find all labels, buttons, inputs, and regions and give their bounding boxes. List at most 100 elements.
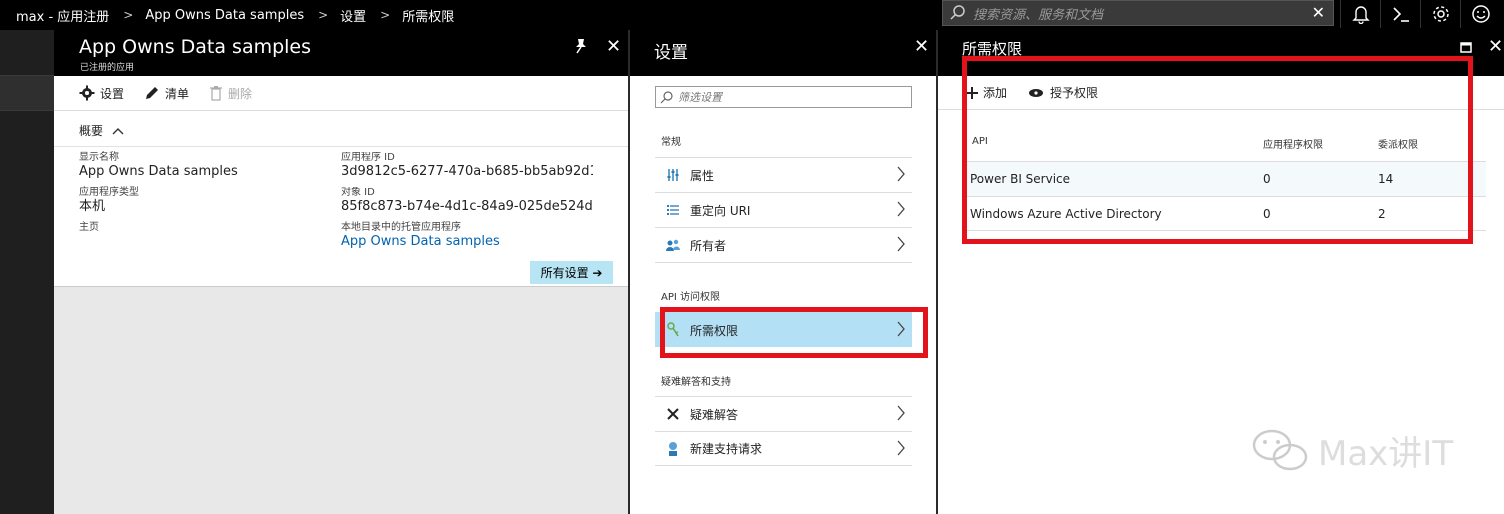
managed-app-label: 本地目录中的托管应用程序: [341, 222, 461, 233]
filter-settings-input[interactable]: 筛选设置: [655, 86, 912, 108]
cloud-shell-button[interactable]: [1380, 0, 1420, 28]
chevron-right-icon: [897, 405, 905, 421]
breadcrumb-item-required-permissions[interactable]: 所需权限: [402, 6, 454, 25]
maximize-icon[interactable]: [1460, 42, 1472, 53]
breadcrumb-item-app-registrations[interactable]: max - 应用注册: [16, 6, 109, 25]
breadcrumb-item-app[interactable]: App Owns Data samples: [145, 8, 304, 23]
essentials-panel: 概要 显示名称 App Owns Data samples 应用程序类型 本机 …: [54, 111, 628, 287]
search-icon: [950, 5, 965, 20]
wrench-icon: [665, 406, 681, 422]
menu-item-redirect-uri-label: 重定向 URI: [690, 203, 751, 218]
cloud-shell-icon: [1392, 7, 1409, 22]
chevron-right-icon: [897, 440, 905, 456]
sliders-icon: [665, 167, 681, 183]
settings-button[interactable]: 设置: [79, 85, 124, 102]
gear-icon: [1432, 6, 1449, 22]
menu-item-troubleshooting[interactable]: 疑难解答: [655, 396, 912, 431]
home-page-field: 主页: [79, 222, 99, 234]
section-troubleshoot-label: 疑难解答和支持: [661, 377, 731, 388]
chevron-right-icon: >: [380, 8, 391, 22]
menu-item-redirect-uri[interactable]: 重定向 URI: [655, 192, 912, 227]
menu-item-owners[interactable]: 所有者: [655, 227, 912, 262]
left-nav-rail: [0, 30, 54, 514]
support-person-icon: [665, 441, 681, 457]
menu-item-properties-label: 属性: [690, 168, 715, 183]
app-type-field: 应用程序类型 本机: [79, 187, 139, 215]
managed-app-link[interactable]: App Owns Data samples: [341, 234, 500, 250]
app-id-value[interactable]: 3d9812c5-6277-470a-b685-bb5ab92d18e: [341, 164, 593, 180]
divider: [54, 146, 628, 147]
home-page-label: 主页: [79, 222, 99, 233]
breadcrumb: max - 应用注册 > App Owns Data samples > 设置 …: [16, 0, 454, 30]
global-search-input[interactable]: 搜索资源、服务和文档 ✕: [942, 0, 1334, 26]
app-id-field: 应用程序 ID 3d9812c5-6277-470a-b685-bb5ab92d…: [341, 152, 593, 180]
menu-item-owners-label: 所有者: [690, 238, 727, 253]
rail-selected-band[interactable]: [0, 75, 54, 111]
delete-label: 删除: [228, 86, 253, 101]
users-icon: [665, 237, 681, 253]
managed-app-field: 本地目录中的托管应用程序 App Owns Data samples: [341, 222, 500, 250]
app-toolbar: 设置 清单 删除: [54, 76, 628, 111]
close-icon[interactable]: ✕: [606, 36, 621, 57]
manifest-button[interactable]: 清单: [144, 85, 189, 102]
object-id-value[interactable]: 85f8c873-b74e-4d1c-84a9-025de524d6f8: [341, 199, 593, 215]
chevron-right-icon: [897, 236, 905, 252]
search-placeholder: 搜索资源、服务和文档: [973, 7, 1104, 23]
section-api-access-label: API 访问权限: [661, 292, 720, 303]
essentials-toggle[interactable]: 概要: [79, 122, 125, 139]
settings-button[interactable]: [1420, 0, 1460, 28]
app-type-value: 本机: [79, 199, 106, 214]
watermark-text: Max讲IT: [1318, 434, 1454, 474]
smiley-icon: [1471, 5, 1490, 23]
highlight-box-permissions: [962, 56, 1473, 244]
bell-icon: [1351, 6, 1370, 24]
object-id-field: 对象 ID 85f8c873-b74e-4d1c-84a9-025de524d6…: [341, 187, 593, 215]
close-icon[interactable]: ✕: [1488, 36, 1503, 57]
all-settings-button[interactable]: 所有设置 ➔: [530, 261, 613, 284]
chevron-up-icon: [112, 127, 124, 134]
gear-icon: [79, 85, 95, 101]
settings-blade-header: 设置 ✕: [630, 30, 936, 76]
app-id-label: 应用程序 ID: [341, 152, 395, 163]
wechat-icon: [1252, 429, 1308, 470]
manifest-label: 清单: [165, 86, 190, 101]
object-id-label: 对象 ID: [341, 187, 375, 198]
essentials-label: 概要: [79, 124, 104, 138]
top-bar: max - 应用注册 > App Owns Data samples > 设置 …: [0, 0, 1504, 30]
search-icon: [660, 91, 673, 104]
watermark: Max讲IT: [1250, 426, 1453, 475]
list-icon: [665, 202, 681, 218]
app-type-label: 应用程序类型: [79, 187, 139, 198]
notifications-button[interactable]: [1340, 0, 1380, 28]
delete-button[interactable]: 删除: [209, 85, 252, 102]
clear-search-icon[interactable]: ✕: [1312, 3, 1325, 22]
pin-icon[interactable]: [574, 38, 588, 54]
app-blade-title: App Owns Data samples: [79, 36, 312, 58]
settings-blade-title: 设置: [654, 43, 688, 63]
settings-label: 设置: [100, 86, 125, 101]
chevron-right-icon: >: [318, 8, 329, 22]
settings-blade: 设置 ✕ 筛选设置 常规 属性 重定向 URI 所有者 API 访问权限 所需权…: [630, 30, 936, 514]
chevron-right-icon: [897, 201, 905, 217]
highlight-box-menu-item: [660, 307, 928, 358]
section-general-label: 常规: [661, 137, 681, 148]
chevron-right-icon: >: [123, 8, 134, 22]
menu-item-new-support-request-label: 新建支持请求: [690, 442, 763, 456]
menu-item-properties[interactable]: 属性: [655, 157, 912, 192]
app-blade-header: App Owns Data samples 已注册的应用 ✕: [54, 30, 628, 76]
breadcrumb-item-settings[interactable]: 设置: [340, 6, 366, 25]
display-name-field: 显示名称 App Owns Data samples: [79, 152, 238, 180]
divider: [655, 262, 912, 263]
display-name-value: App Owns Data samples: [79, 164, 238, 179]
filter-placeholder: 筛选设置: [678, 91, 722, 104]
menu-item-troubleshooting-label: 疑难解答: [690, 407, 739, 422]
menu-item-new-support-request[interactable]: 新建支持请求: [655, 431, 912, 466]
close-icon[interactable]: ✕: [914, 36, 929, 57]
trash-icon: [210, 86, 223, 101]
pencil-icon: [146, 87, 159, 99]
display-name-label: 显示名称: [79, 152, 119, 163]
app-blade-subtitle: 已注册的应用: [80, 63, 135, 73]
chevron-right-icon: [897, 166, 905, 182]
feedback-button[interactable]: [1460, 0, 1500, 28]
app-blade: App Owns Data samples 已注册的应用 ✕ 设置 清单 删除 …: [54, 30, 628, 514]
